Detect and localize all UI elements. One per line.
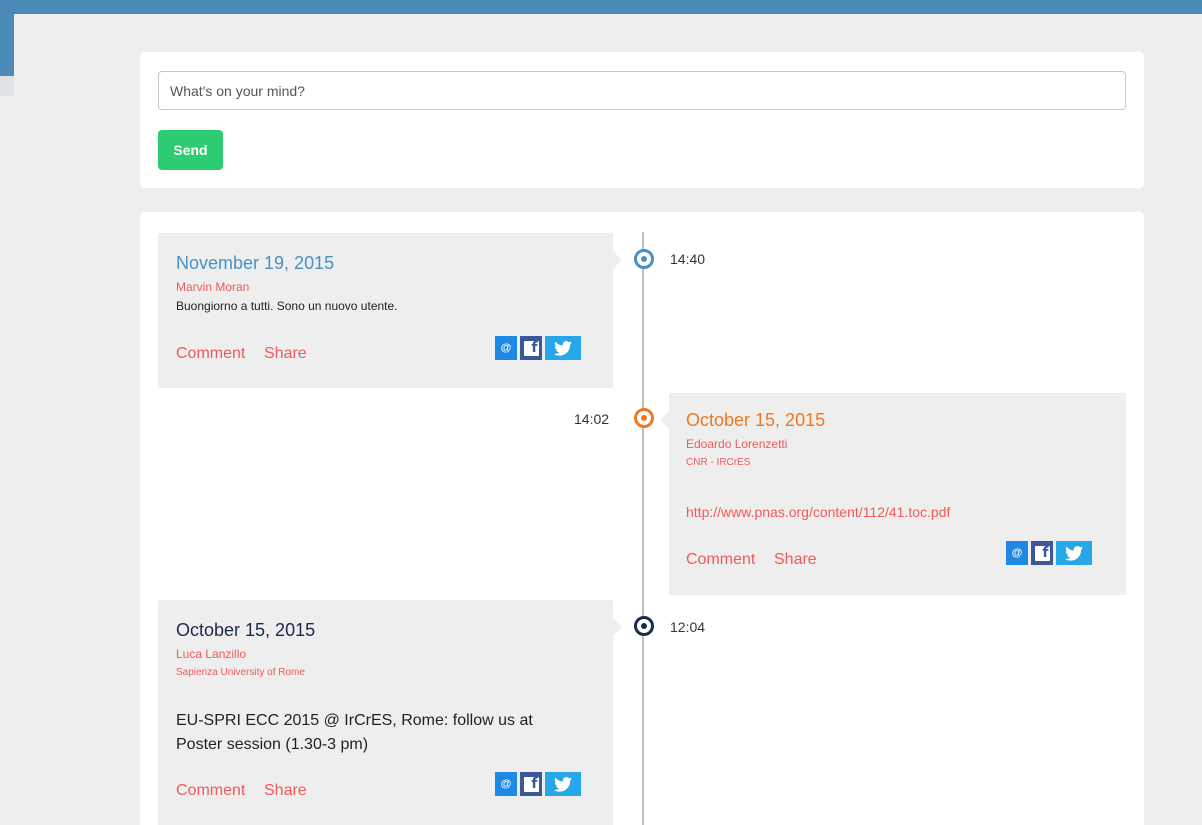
twitter-icon[interactable]: [545, 772, 581, 796]
facebook-icon[interactable]: f: [520, 772, 542, 796]
share-link[interactable]: Share: [264, 345, 307, 363]
share-icons: @ f: [495, 336, 581, 360]
post-link[interactable]: http://www.pnas.org/content/112/41.toc.p…: [686, 504, 950, 520]
timeline-line: [642, 232, 644, 825]
post-card: November 19, 2015 Marvin Moran Buongiorn…: [158, 233, 622, 388]
share-link[interactable]: Share: [774, 551, 817, 569]
post-date: October 15, 2015: [176, 620, 316, 640]
share-link[interactable]: Share: [264, 782, 307, 800]
status-input[interactable]: [158, 71, 1126, 110]
sidebar-edge-light: [0, 76, 14, 96]
post-text: Buongiorno a tutti. Sono un nuovo utente…: [176, 299, 398, 313]
timeline-panel: 14:40 November 19, 2015 Marvin Moran Buo…: [140, 212, 1144, 825]
timeline-dot: [634, 616, 654, 636]
card-pointer: [613, 618, 622, 636]
post-date: November 19, 2015: [176, 253, 335, 273]
post-time: 14:02: [574, 411, 610, 427]
header-bar: [0, 0, 1202, 14]
email-icon[interactable]: @: [495, 772, 517, 796]
sidebar-edge: [0, 14, 14, 76]
post-card: October 15, 2015 Luca Lanzillo Sapienza …: [158, 600, 622, 825]
card-pointer: [613, 251, 622, 269]
post-composer: Send: [140, 52, 1144, 188]
comment-link[interactable]: Comment: [686, 551, 755, 569]
post-affiliation: CNR - IRCrES: [686, 457, 751, 468]
post-time: 12:04: [670, 619, 706, 635]
post-time: 14:40: [670, 251, 706, 267]
post-text: EU-SPRI ECC 2015 @ IrCrES, Rome: follow …: [176, 712, 533, 753]
facebook-icon[interactable]: f: [1031, 541, 1053, 565]
post-card: October 15, 2015 Edoardo Lorenzetti CNR …: [660, 393, 1126, 595]
email-icon[interactable]: @: [1006, 541, 1028, 565]
comment-link[interactable]: Comment: [176, 345, 245, 363]
email-icon[interactable]: @: [495, 336, 517, 360]
post-affiliation: Sapienza University of Rome: [176, 667, 305, 678]
facebook-icon[interactable]: f: [520, 336, 542, 360]
twitter-icon[interactable]: [545, 336, 581, 360]
share-icons: @ f: [495, 772, 581, 796]
comment-link[interactable]: Comment: [176, 782, 245, 800]
send-button[interactable]: Send: [158, 130, 223, 170]
timeline-dot: [634, 249, 654, 269]
post-author[interactable]: Marvin Moran: [176, 280, 249, 294]
share-icons: @ f: [1006, 541, 1092, 565]
post-author[interactable]: Luca Lanzillo: [176, 647, 246, 661]
twitter-icon[interactable]: [1056, 541, 1092, 565]
post-author[interactable]: Edoardo Lorenzetti: [686, 437, 787, 451]
timeline-dot: [634, 408, 654, 428]
post-date: October 15, 2015: [686, 410, 826, 430]
card-pointer: [660, 411, 669, 429]
